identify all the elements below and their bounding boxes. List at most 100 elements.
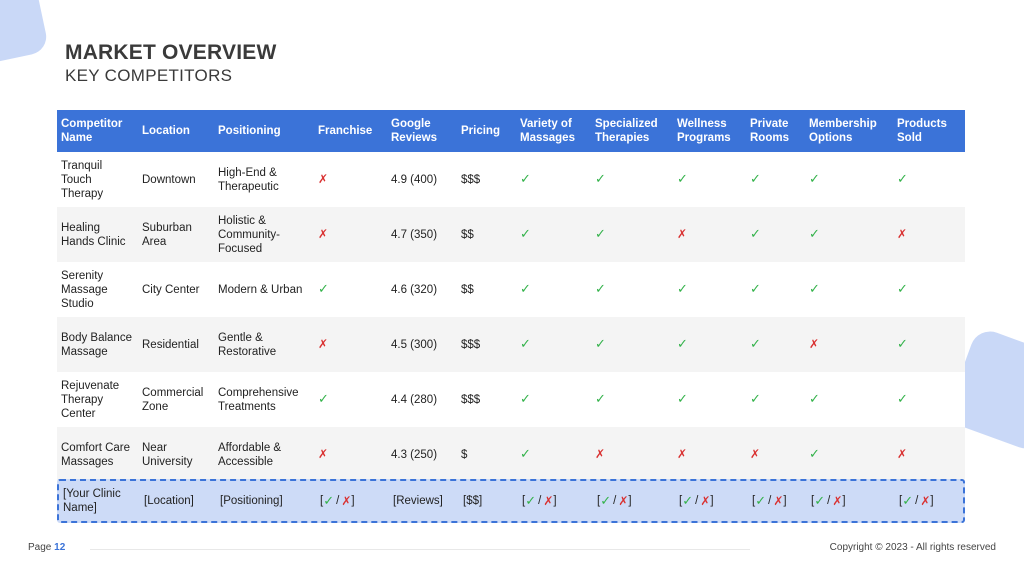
- cell-private: ✓: [746, 152, 805, 207]
- column-header: Membership Options: [805, 110, 893, 152]
- column-header: Location: [138, 110, 214, 152]
- cell-pricing: $$$: [457, 317, 516, 372]
- table-row: Serenity Massage Studio City Center Modern…: [57, 262, 965, 317]
- page-indicator: Page 12: [28, 542, 65, 553]
- check-icon: ✓: [520, 336, 531, 351]
- cell-franchise: ✗: [314, 317, 387, 372]
- column-header: Franchise: [314, 110, 387, 152]
- page-subtitle: KEY COMPETITORS: [65, 66, 233, 85]
- placeholder-mark-products: [✓ / ✗]: [897, 481, 967, 521]
- column-header: Google Reviews: [387, 110, 457, 152]
- placeholder-mark-specialized: [✓ / ✗]: [595, 481, 675, 521]
- table-header-row: Competitor Name Location Positioning Franch…: [57, 110, 965, 152]
- cell-membership: ✓: [805, 152, 893, 207]
- placeholder-name: [Your Clinic Name]: [63, 488, 121, 514]
- cell-pricing: $$: [457, 262, 516, 317]
- cell-membership: ✓: [805, 262, 893, 317]
- cell-pricing: $$$: [457, 152, 516, 207]
- cross-icon: ✗: [318, 447, 329, 461]
- cell-location: Commercial Zone: [138, 372, 214, 427]
- decorative-shape-top-left: [0, 0, 50, 68]
- check-icon: ✓: [525, 493, 537, 508]
- placeholder-mark-membership: [✓ / ✗]: [809, 481, 895, 521]
- check-icon: ✓: [323, 493, 335, 508]
- cell-name: Serenity Massage Studio: [57, 262, 138, 317]
- check-icon: ✓: [595, 226, 606, 241]
- cell-reviews: 4.3 (250): [387, 427, 457, 482]
- placeholder-mark-wellness: [✓ / ✗]: [677, 481, 748, 521]
- check-icon: ✓: [809, 446, 820, 461]
- check-icon: ✓: [520, 226, 531, 241]
- check-icon: ✓: [318, 391, 329, 406]
- cross-icon: ✗: [677, 447, 688, 461]
- column-header: Private Rooms: [746, 110, 805, 152]
- check-icon: ✓: [750, 391, 761, 406]
- cell-specialized: ✓: [591, 317, 673, 372]
- placeholder-close-bracket: ]: [842, 495, 846, 507]
- column-header: Pricing: [457, 110, 516, 152]
- placeholder-slash: /: [827, 495, 831, 507]
- check-icon: ✓: [814, 493, 826, 508]
- check-icon: ✓: [520, 171, 531, 186]
- cross-icon: ✗: [832, 494, 843, 508]
- column-header: Positioning: [214, 110, 314, 152]
- placeholder-slash: /: [695, 495, 699, 507]
- cross-icon: ✗: [318, 337, 329, 351]
- check-icon: ✓: [595, 391, 606, 406]
- cell-private: ✗: [746, 427, 805, 482]
- cross-icon: ✗: [897, 227, 908, 241]
- cell-private: ✓: [746, 372, 805, 427]
- check-icon: ✓: [677, 391, 688, 406]
- check-icon: ✓: [595, 171, 606, 186]
- check-icon: ✓: [600, 493, 612, 508]
- cell-name: Healing Hands Clinic: [57, 207, 138, 262]
- cell-specialized: ✓: [591, 207, 673, 262]
- check-icon: ✓: [677, 336, 688, 351]
- cell-membership: ✓: [805, 427, 893, 482]
- check-icon: ✓: [750, 226, 761, 241]
- cell-specialized: ✓: [591, 152, 673, 207]
- check-icon: ✓: [682, 493, 694, 508]
- cell-products: ✗: [893, 427, 965, 482]
- cell-products: ✓: [893, 152, 965, 207]
- check-icon: ✓: [809, 281, 820, 296]
- cell-pricing: $$$: [457, 372, 516, 427]
- cell-franchise: ✗: [314, 152, 387, 207]
- cell-wellness: ✓: [673, 262, 746, 317]
- cell-positioning: Gentle & Restorative: [214, 317, 314, 372]
- cell-reviews: 4.9 (400): [387, 152, 457, 207]
- cell-specialized: ✗: [591, 427, 673, 482]
- placeholder-mark-variety: [✓ / ✗]: [520, 481, 593, 521]
- cell-location: Near University: [138, 427, 214, 482]
- cell-private: ✓: [746, 207, 805, 262]
- check-icon: ✓: [809, 391, 820, 406]
- check-icon: ✓: [902, 493, 914, 508]
- cell-specialized: ✓: [591, 372, 673, 427]
- check-icon: ✓: [677, 281, 688, 296]
- check-icon: ✓: [595, 336, 606, 351]
- check-icon: ✓: [520, 446, 531, 461]
- placeholder-slash: /: [768, 495, 772, 507]
- check-icon: ✓: [809, 171, 820, 186]
- cell-reviews: 4.4 (280): [387, 372, 457, 427]
- cell-wellness: ✓: [673, 372, 746, 427]
- cell-franchise: ✓: [314, 262, 387, 317]
- placeholder-slash: /: [538, 495, 542, 507]
- placeholder-slash: /: [613, 495, 617, 507]
- competitor-table: Competitor Name Location Positioning Franch…: [57, 110, 965, 482]
- column-header: Products Sold: [893, 110, 965, 152]
- page-number: 12: [54, 542, 66, 553]
- cross-icon: ✗: [750, 447, 761, 461]
- cross-icon: ✗: [595, 447, 606, 461]
- check-icon: ✓: [520, 391, 531, 406]
- cross-icon: ✗: [618, 494, 629, 508]
- footer-divider: [90, 549, 750, 550]
- check-icon: ✓: [755, 493, 767, 508]
- cell-reviews: 4.5 (300): [387, 317, 457, 372]
- column-header: Variety of Massages: [516, 110, 591, 152]
- copyright-text: Copyright © 2023 - All rights reserved: [829, 542, 996, 553]
- check-icon: ✓: [897, 171, 908, 186]
- column-header: Competitor Name: [57, 110, 138, 152]
- check-icon: ✓: [318, 281, 329, 296]
- cell-variety: ✓: [516, 262, 591, 317]
